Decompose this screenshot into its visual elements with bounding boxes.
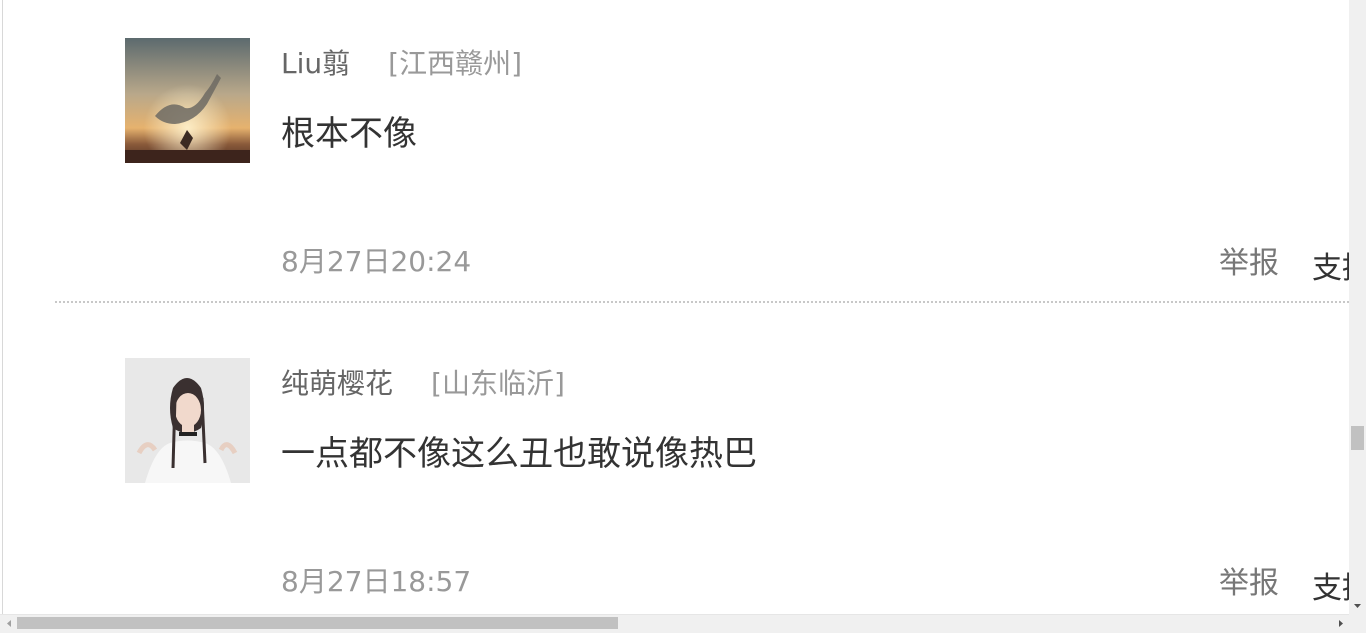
triangle-right-icon (1338, 620, 1343, 627)
user-info: 纯萌樱花 [山东临沂] (281, 364, 565, 400)
vertical-scrollbar-thumb[interactable] (1351, 426, 1364, 450)
vertical-scrollbar[interactable] (1349, 0, 1366, 614)
comment-time: 8月27日20:24 (281, 245, 472, 278)
report-button[interactable]: 举报 (1219, 558, 1279, 602)
support-button[interactable]: 支持 (1312, 563, 1349, 607)
location: [江西赣州] (388, 47, 522, 80)
triangle-left-icon (6, 620, 11, 627)
avatar[interactable] (125, 38, 250, 163)
triangle-down-icon (1354, 603, 1361, 608)
username[interactable]: 纯萌樱花 (281, 362, 393, 402)
comment-item: Liu翦 [江西赣州] 根本不像 8月27日20:24 举报 支持 (0, 0, 1349, 300)
comment-item: 纯萌樱花 [山东临沂] 一点都不像这么丑也敢说像热巴 8月27日18:57 举报… (0, 320, 1349, 614)
location: [山东临沂] (431, 367, 565, 400)
avatar[interactable] (125, 358, 250, 483)
comment-time: 8月27日18:57 (281, 565, 472, 598)
support-button[interactable]: 支持 (1312, 243, 1349, 287)
comment-content: 一点都不像这么丑也敢说像热巴 (281, 434, 757, 474)
scrollbar-corner (1349, 614, 1366, 633)
comment-divider (55, 301, 1349, 303)
comment-list: Liu翦 [江西赣州] 根本不像 8月27日20:24 举报 支持 (0, 0, 1349, 614)
avatar-image (125, 358, 250, 483)
user-info: Liu翦 [江西赣州] (281, 44, 522, 80)
scroll-right-button[interactable] (1332, 614, 1349, 633)
scroll-left-button[interactable] (0, 614, 17, 633)
horizontal-scrollbar-thumb[interactable] (17, 617, 618, 629)
comment-content: 根本不像 (281, 114, 417, 154)
scroll-down-button[interactable] (1349, 597, 1366, 614)
report-button[interactable]: 举报 (1219, 238, 1279, 282)
avatar-image (125, 38, 250, 163)
username[interactable]: Liu翦 (281, 42, 350, 82)
